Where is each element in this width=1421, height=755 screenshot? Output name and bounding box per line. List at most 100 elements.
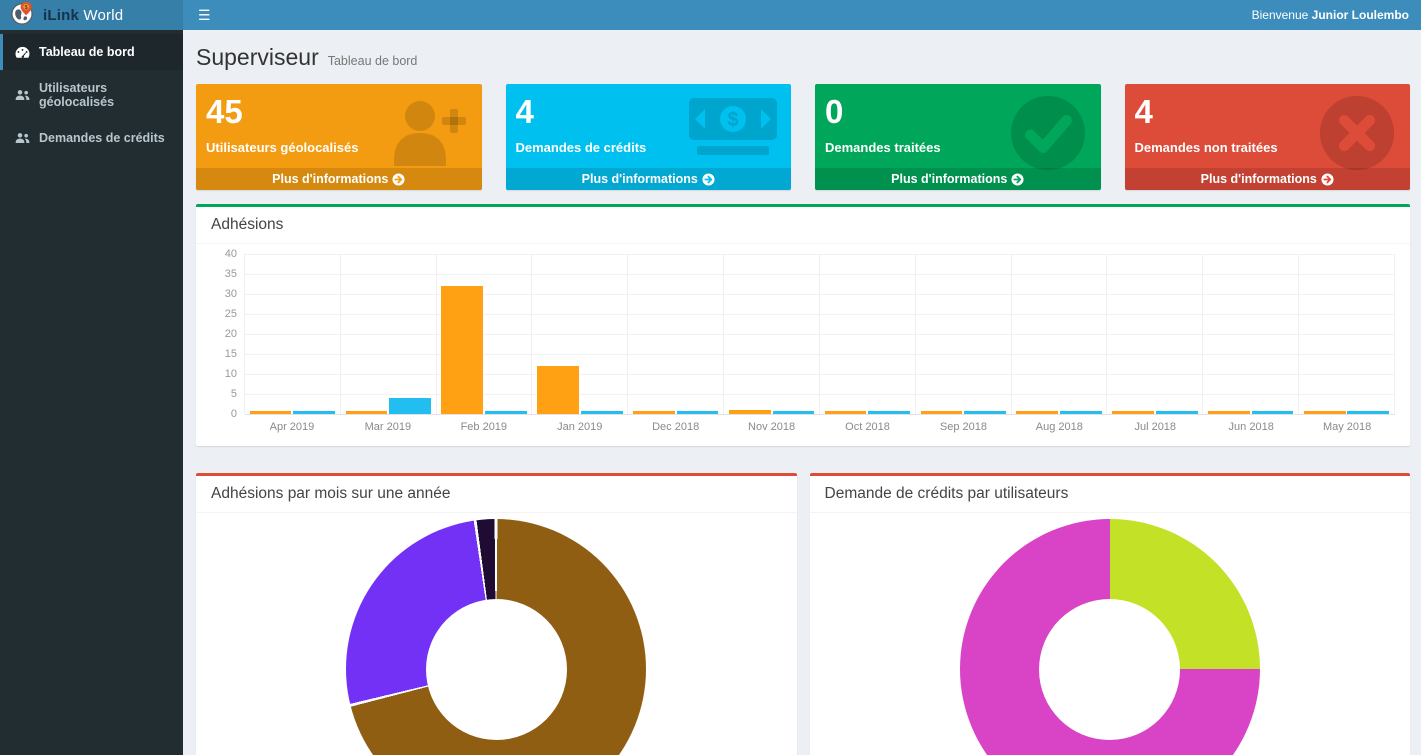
stat-box-footer-link[interactable]: Plus d'informations xyxy=(506,168,792,190)
bar-chart-category xyxy=(724,254,820,414)
sidebar-item-demandes-de-credits[interactable]: Demandes de crédits xyxy=(0,120,183,156)
bar-blue-mar-2019[interactable] xyxy=(389,398,431,414)
stat-value: 4 xyxy=(1135,91,1401,132)
bar-orange-oct-2018[interactable] xyxy=(825,411,867,414)
sidebar-item-label: Tableau de bord xyxy=(39,45,135,59)
stat-box-demandes-traitees: 0 Demandes traitées Plus d'informations xyxy=(815,84,1101,190)
x-tick-label: Nov 2018 xyxy=(724,421,820,433)
x-tick-label: Feb 2019 xyxy=(436,421,532,433)
arrow-circle-right-icon xyxy=(702,173,715,186)
bar-chart-category xyxy=(1203,254,1299,414)
footer-label: Plus d'informations xyxy=(272,172,388,186)
stat-value: 0 xyxy=(825,91,1091,132)
bar-chart-y-axis: 4035302520151050 xyxy=(211,254,237,414)
x-tick-label: May 2018 xyxy=(1299,421,1395,433)
arrow-circle-right-icon xyxy=(392,173,405,186)
stat-value: 4 xyxy=(516,91,782,132)
bar-chart-panel: Adhésions 4035302520151050 Apr 2019Mar 2… xyxy=(196,204,1410,446)
bar-chart-category xyxy=(245,254,341,414)
stat-label: Utilisateurs géolocalisés xyxy=(206,140,472,155)
bar-blue-feb-2019[interactable] xyxy=(485,411,527,414)
bar-blue-jun-2018[interactable] xyxy=(1252,411,1294,414)
stat-box-demandes-de-credits: 4Demandes de crédits$Plus d'informations xyxy=(506,84,792,190)
stat-box-footer-link[interactable]: Plus d'informations xyxy=(1125,168,1411,190)
stat-box-footer-link[interactable]: Plus d'informations xyxy=(815,168,1101,190)
bar-orange-aug-2018[interactable] xyxy=(1016,411,1058,414)
bar-orange-sep-2018[interactable] xyxy=(921,411,963,414)
stat-box-footer-link[interactable]: Plus d'informations xyxy=(196,168,482,190)
bar-chart-title: Adhésions xyxy=(196,207,1410,244)
bar-chart[interactable]: 4035302520151050 Apr 2019Mar 2019Feb 201… xyxy=(211,254,1395,433)
donut-adhesions-title: Adhésions par mois sur une année xyxy=(196,476,797,513)
top-navbar: $ iLink World ☰ Bienvenue Junior Loulemb… xyxy=(0,0,1421,30)
bar-orange-nov-2018[interactable] xyxy=(729,410,771,414)
x-tick-label: Apr 2019 xyxy=(244,421,340,433)
bar-blue-oct-2018[interactable] xyxy=(868,411,910,414)
donut-panels-row: Adhésions par mois sur une année Demande… xyxy=(196,459,1410,755)
donut-chart-credits[interactable] xyxy=(960,519,1260,755)
arrow-circle-right-icon xyxy=(1321,173,1334,186)
bar-orange-mar-2019[interactable] xyxy=(346,411,388,414)
x-tick-label: Mar 2019 xyxy=(340,421,436,433)
stat-label: Demandes non traitées xyxy=(1135,140,1401,155)
donut-credits-title: Demande de crédits par utilisateurs xyxy=(810,476,1411,513)
donut-panel-adhesions: Adhésions par mois sur une année xyxy=(196,473,797,755)
footer-label: Plus d'informations xyxy=(891,172,1007,186)
footer-label: Plus d'informations xyxy=(1201,172,1317,186)
bar-blue-nov-2018[interactable] xyxy=(773,411,815,414)
donut-hole xyxy=(1039,599,1180,740)
dashboard-icon xyxy=(15,46,30,59)
sidebar-menu: Tableau de bord Utilisateurs géolocalisés… xyxy=(0,30,183,755)
x-tick-label: Aug 2018 xyxy=(1011,421,1107,433)
bar-blue-apr-2019[interactable] xyxy=(293,411,335,414)
stat-label: Demandes traitées xyxy=(825,140,1091,155)
bar-chart-category xyxy=(1107,254,1203,414)
donut-hole xyxy=(426,599,567,740)
users-icon xyxy=(15,89,30,101)
bar-chart-category xyxy=(1299,254,1395,414)
bar-orange-may-2018[interactable] xyxy=(1304,411,1346,414)
stat-box-row: 45 Utilisateurs géolocalisés Plus d'inform… xyxy=(196,84,1410,190)
bar-chart-category xyxy=(628,254,724,414)
sidebar-item-tableau-de-bord[interactable]: Tableau de bord xyxy=(0,34,183,70)
sidebar-item-label: Demandes de crédits xyxy=(39,131,165,145)
brand-text: iLink World xyxy=(43,7,123,24)
globe-pin-logo-icon: $ xyxy=(10,1,34,30)
bar-chart-category xyxy=(532,254,628,414)
sidebar-toggle-hamburger-icon[interactable]: ☰ xyxy=(183,0,226,30)
app-logo[interactable]: $ iLink World xyxy=(0,0,183,30)
stat-box-utilisateurs-geolocalises: 45 Utilisateurs géolocalisés Plus d'inform… xyxy=(196,84,482,190)
welcome-text: Bienvenue Junior Loulembo xyxy=(1252,8,1421,22)
page-header: Superviseur Tableau de bord xyxy=(196,44,1410,71)
stat-value: 45 xyxy=(206,91,472,132)
bar-blue-sep-2018[interactable] xyxy=(964,411,1006,414)
bar-chart-category xyxy=(1012,254,1108,414)
page-title: Superviseur xyxy=(196,44,319,71)
x-tick-label: Sep 2018 xyxy=(915,421,1011,433)
bar-blue-aug-2018[interactable] xyxy=(1060,411,1102,414)
main-content: Superviseur Tableau de bord 45 Utilisateu… xyxy=(183,30,1421,755)
bar-orange-jan-2019[interactable] xyxy=(537,366,579,414)
bar-chart-x-labels: Apr 2019Mar 2019Feb 2019Jan 2019Dec 2018… xyxy=(244,421,1395,433)
bar-blue-jul-2018[interactable] xyxy=(1156,411,1198,414)
bar-blue-may-2018[interactable] xyxy=(1347,411,1389,414)
bar-chart-category xyxy=(916,254,1012,414)
x-tick-label: Dec 2018 xyxy=(628,421,724,433)
stat-label: Demandes de crédits xyxy=(516,140,782,155)
bar-orange-jun-2018[interactable] xyxy=(1208,411,1250,414)
bar-orange-apr-2019[interactable] xyxy=(250,411,292,414)
bar-chart-category xyxy=(437,254,533,414)
sidebar-item-utilisateurs-geolocalises[interactable]: Utilisateurs géolocalisés xyxy=(0,70,183,120)
page-subtitle: Tableau de bord xyxy=(328,54,418,68)
bar-blue-jan-2019[interactable] xyxy=(581,411,623,414)
x-tick-label: Jun 2018 xyxy=(1203,421,1299,433)
bar-orange-feb-2019[interactable] xyxy=(441,286,483,414)
bar-blue-dec-2018[interactable] xyxy=(677,411,719,414)
bar-orange-dec-2018[interactable] xyxy=(633,411,675,414)
donut-chart-adhesions[interactable] xyxy=(346,519,646,755)
sidebar-item-label: Utilisateurs géolocalisés xyxy=(39,81,175,109)
bar-chart-category xyxy=(820,254,916,414)
donut-panel-credits: Demande de crédits par utilisateurs xyxy=(810,473,1411,755)
bar-orange-jul-2018[interactable] xyxy=(1112,411,1154,414)
bar-chart-category xyxy=(341,254,437,414)
